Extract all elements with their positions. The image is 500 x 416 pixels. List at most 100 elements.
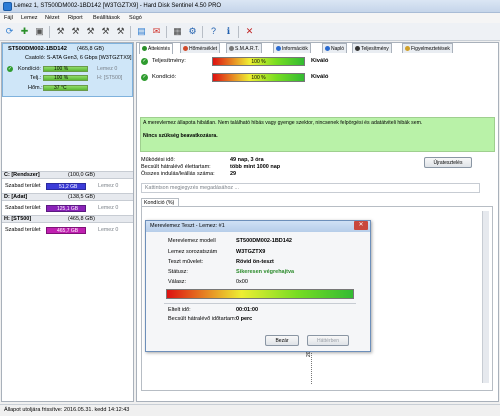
partition-size: (465,8 GB) (68, 216, 95, 222)
dialog-background-button[interactable]: Háttérben (307, 335, 349, 346)
status-text: Állapot utoljára frissítve: 2016.05.31. … (4, 407, 130, 413)
tool-icon[interactable]: ⚒ (84, 25, 97, 38)
health-icon[interactable]: ✚ (18, 25, 31, 38)
comment-input[interactable]: Kattintson megjegyzés megadásához ... (141, 183, 480, 193)
test-icon[interactable]: ⚒ (54, 25, 67, 38)
dialog-remaining-label: Becsült hátralévő időtartam: (168, 316, 237, 322)
health-status: Kiváló (311, 74, 329, 80)
tab-label: Áttekintés (148, 46, 170, 52)
info-icon[interactable]: ℹ (222, 25, 235, 38)
dialog-remaining-value: 0 perc (236, 316, 253, 322)
tab-overview[interactable]: Áttekintés (139, 43, 173, 54)
free-space-bar: 51,2 GB (46, 183, 86, 190)
toolbar-separator (130, 26, 131, 38)
dialog-status-label: Státusz: (168, 269, 188, 275)
tab-log[interactable]: Napló (322, 43, 348, 53)
close-icon[interactable]: ✕ (243, 25, 256, 38)
tab-temperature[interactable]: Hőmérséklet (180, 43, 221, 53)
tab-smart[interactable]: S.M.A.R.T. (226, 43, 262, 53)
dialog-close-button[interactable]: Bezár (265, 335, 299, 346)
status-message-box: A merevlemez állapota hibátlan. Nem talá… (140, 117, 495, 152)
menu-bar: Fájl Lemez Nézet Riport Beállítások Súgó (0, 13, 500, 23)
tab-performance[interactable]: Teljesítmény (352, 43, 392, 53)
dialog-operation-label: Teszt művelet: (168, 259, 204, 265)
disk-size: (465,8 GB) (77, 46, 104, 52)
menu-help[interactable]: Súgó (129, 15, 142, 21)
test-dialog: Merevlemez Teszt - Lemez: #1 ✕ Merevleme… (145, 220, 371, 352)
health-label: Kondíció: (18, 66, 41, 72)
title-bar: Lemez 1, ST500DM002-1BD142 [W3TGZTX9] - … (0, 0, 500, 13)
partition-drive: Lemez 0 (98, 183, 119, 189)
temp-label: Hőm.: (28, 85, 43, 91)
performance-tab-icon (355, 46, 360, 51)
performance-status: Kiváló (311, 58, 329, 64)
help-icon[interactable]: ? (207, 25, 220, 38)
tab-information[interactable]: Információk (273, 43, 311, 53)
alerts-tab-icon (405, 46, 410, 51)
health-ok-icon: ✓ (141, 74, 148, 81)
partition-name: C: [Rendszer] (4, 172, 40, 178)
free-space-label: Szabad terület (5, 227, 41, 233)
disk-icon[interactable]: ▣ (33, 25, 46, 38)
log-tab-icon (325, 46, 330, 51)
chart-icon[interactable]: ▤ (135, 25, 148, 38)
start-stop-value: 29 (230, 171, 237, 177)
dialog-progress-bar (166, 289, 354, 299)
dialog-status-value: Sikeresen végrehajtva (236, 269, 295, 275)
partition-drive: Lemez 0 (98, 227, 119, 233)
dialog-divider (164, 303, 356, 304)
options-icon[interactable]: ▦ (171, 25, 184, 38)
tab-label: Napló (331, 46, 345, 52)
status-message: A merevlemez állapota hibátlan. Nem talá… (143, 120, 423, 126)
partition-h[interactable]: H: [ST500] (465,8 GB) Szabad terület 465… (2, 215, 133, 237)
health-label: Kondíció: (152, 74, 177, 80)
menu-report[interactable]: Riport (68, 15, 83, 21)
repair-icon[interactable]: ⚒ (69, 25, 82, 38)
free-space-value: 465,7 GB (57, 228, 79, 234)
dialog-title-bar: Merevlemez Teszt - Lemez: #1 ✕ (146, 221, 370, 232)
free-space-label: Szabad terület (5, 183, 41, 189)
partition-size: (138,5 GB) (68, 194, 95, 200)
graph-scrollbar[interactable] (482, 211, 489, 383)
disk-card-selected[interactable]: ST500DM002-1BD142 (465,8 GB) Csatoló: S-… (2, 43, 133, 97)
partition-c[interactable]: C: [Rendszer] (100,0 GB) Szabad terület … (2, 171, 133, 193)
smart-tab-icon (229, 46, 234, 51)
partition-name: D: [Adat] (4, 194, 28, 200)
tab-label: Hőmérséklet (189, 46, 218, 52)
settings-icon[interactable]: ⚙ (186, 25, 199, 38)
tab-label: Információk (282, 46, 308, 52)
remaining-life-value: több mint 1000 nap (230, 164, 281, 170)
temp-value: 37 °C (54, 85, 67, 91)
disk-connection: Csatoló: S-ATA Gen3, 6 Gbps [W3TGZTX9] (25, 55, 132, 61)
dialog-elapsed-label: Eltelt idő: (168, 307, 191, 313)
refresh-icon[interactable]: ⟳ (3, 25, 16, 38)
dialog-close-icon[interactable]: ✕ (354, 221, 368, 230)
partition-d[interactable]: D: [Adat] (138,5 GB) Szabad terület 125,… (2, 193, 133, 215)
performance-ok-icon: ✓ (141, 58, 148, 65)
menu-settings[interactable]: Beállítások (93, 15, 120, 21)
temp-bar: 37 °C (43, 85, 88, 91)
menu-view[interactable]: Nézet (45, 15, 59, 21)
partition-drive: Lemez 0 (98, 205, 119, 211)
performance-bar: 100 % (212, 57, 305, 66)
temperature-tab-icon (183, 46, 188, 51)
menu-file[interactable]: Fájl (4, 15, 13, 21)
free-space-value: 125,1 GB (57, 206, 79, 212)
tab-alerts[interactable]: Figyelmeztetések (402, 43, 453, 53)
toolbar-separator (49, 26, 50, 38)
wrench-icon[interactable]: ⚒ (114, 25, 127, 38)
dialog-response-label: Válasz: (168, 279, 187, 285)
start-stop-label: Összes indulás/leállás száma: (141, 171, 215, 177)
perf-value: 100 % (54, 75, 69, 81)
benchmark-icon[interactable]: ⚒ (99, 25, 112, 38)
dialog-model-label: Merevlemez modell (168, 238, 216, 244)
report-icon[interactable]: ✉ (150, 25, 163, 38)
health-ok-icon: ✓ (7, 66, 13, 72)
performance-value: 100 % (251, 59, 266, 65)
toolbar: ⟳ ✚ ▣ ⚒ ⚒ ⚒ ⚒ ⚒ ▤ ✉ ▦ ⚙ ? ℹ ✕ (0, 23, 500, 41)
health-bar: 100 % (43, 66, 88, 72)
menu-disk[interactable]: Lemez (21, 15, 38, 21)
retest-button[interactable]: Újratesztelés (424, 157, 472, 168)
dialog-model-value: ST500DM002-1BD142 (236, 238, 292, 244)
remaining-life-label: Becsült hátralévő élettartam: (141, 164, 211, 170)
